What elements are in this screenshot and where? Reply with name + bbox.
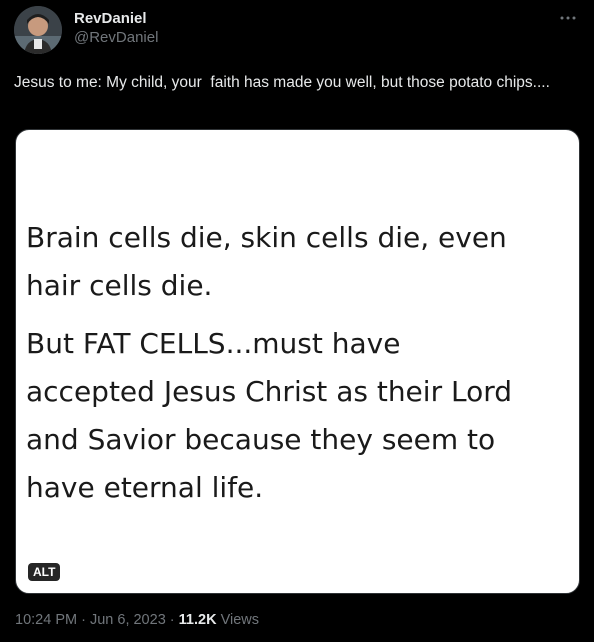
meme-paragraph-1: Brain cells die, skin cells die, even ha… — [26, 214, 507, 310]
meme-line: Brain cells die, skin cells die, even — [26, 221, 507, 254]
alt-text-badge[interactable]: ALT — [28, 563, 61, 581]
views-label: Views — [216, 612, 260, 628]
meta-separator: · — [165, 612, 179, 628]
meme-line: and Savior because they seem to — [26, 423, 496, 456]
meme-line: accepted Jesus Christ as their Lord — [26, 375, 513, 408]
tweet-date[interactable]: Jun 6, 2023 — [90, 612, 166, 628]
meme-line: have eternal life. — [26, 471, 264, 504]
tweet-media-image[interactable]: Brain cells die, skin cells die, even ha… — [15, 129, 580, 594]
meta-separator: · — [77, 612, 90, 628]
meme-line: But FAT CELLS...must have — [26, 327, 401, 360]
tweet-metadata: 10:24 PM · Jun 6, 2023 · 11.2K Views — [15, 611, 259, 629]
author-handle[interactable]: @RevDaniel — [74, 29, 158, 47]
tweet-time[interactable]: 10:24 PM — [15, 612, 77, 628]
avatar-image — [14, 6, 62, 54]
more-horizontal-icon[interactable] — [558, 8, 578, 28]
author-display-name[interactable]: RevDaniel — [74, 10, 147, 28]
views-count: 11.2K — [178, 612, 217, 628]
meme-line: hair cells die. — [26, 269, 213, 302]
tweet: RevDaniel @RevDaniel Jesus to me: My chi… — [0, 0, 594, 642]
tweet-text: Jesus to me: My child, your faith has ma… — [14, 74, 550, 91]
meme-paragraph-2: But FAT CELLS...must have accepted Jesus… — [26, 320, 512, 512]
avatar[interactable] — [14, 6, 62, 54]
